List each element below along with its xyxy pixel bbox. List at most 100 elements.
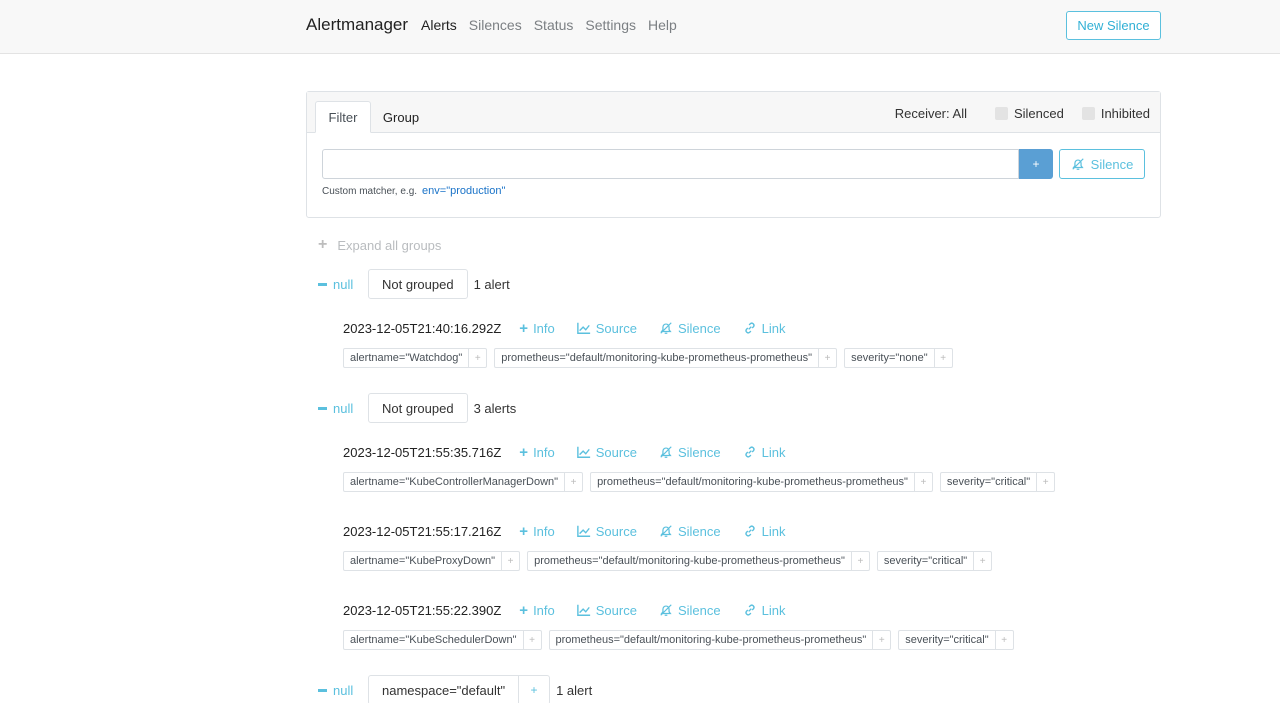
bell-slash-icon	[660, 604, 672, 616]
plus-icon: +	[519, 601, 529, 619]
label-chip: alertname="KubeProxyDown" +	[343, 551, 521, 571]
minus-icon	[318, 406, 327, 410]
add-label-filter-button[interactable]: +	[502, 552, 519, 570]
nav-status[interactable]: Status	[534, 17, 574, 33]
link-label: Link	[761, 444, 786, 460]
add-label-filter-button[interactable]: +	[819, 349, 836, 367]
label-text[interactable]: alertname="Watchdog"	[344, 349, 470, 367]
collapse-group-button[interactable]: null	[318, 277, 368, 292]
link-label: Link	[761, 320, 786, 336]
label-text[interactable]: prometheus="default/monitoring-kube-prom…	[591, 473, 915, 491]
nav-silences[interactable]: Silences	[469, 17, 522, 33]
collapse-label: null	[333, 400, 354, 416]
source-button[interactable]: Source	[576, 320, 637, 336]
link-button[interactable]: Link	[743, 602, 786, 618]
collapse-label: null	[333, 682, 354, 698]
add-label-filter-button[interactable]: +	[935, 349, 952, 367]
tab-filter[interactable]: Filter	[315, 101, 371, 133]
plus-icon: +	[318, 236, 328, 253]
filter-input[interactable]	[322, 149, 1019, 179]
label-text[interactable]: severity="none"	[845, 349, 935, 367]
source-button[interactable]: Source	[576, 445, 637, 460]
info-button[interactable]: + Info	[519, 445, 554, 460]
add-label-filter-button[interactable]: +	[996, 631, 1013, 649]
link-label: Link	[761, 602, 786, 618]
receiver-dropdown[interactable]: Receiver: All	[895, 106, 967, 121]
label-text[interactable]: severity="critical"	[899, 631, 996, 649]
link-icon	[744, 446, 755, 458]
silence-alert-button[interactable]: Silence	[659, 603, 721, 618]
add-label-filter-button[interactable]: +	[852, 552, 869, 570]
filter-card-header: Filter Group Receiver: All Silenced Inhi…	[307, 92, 1160, 133]
link-button[interactable]: Link	[743, 320, 786, 336]
add-label-filter-button[interactable]: +	[915, 473, 932, 491]
filter-card: Filter Group Receiver: All Silenced Inhi…	[306, 91, 1161, 218]
add-group-filter-button[interactable]: +	[519, 676, 549, 703]
nav-help[interactable]: Help	[648, 17, 677, 33]
label-text[interactable]: alertname="KubeProxyDown"	[344, 552, 503, 570]
info-button[interactable]: + Info	[519, 524, 554, 539]
navbar: Alertmanager Alerts Silences Status Sett…	[0, 0, 1280, 54]
group-alert-count: 1 alert	[473, 276, 510, 292]
source-label: Source	[595, 320, 637, 336]
silence-label: Silence	[677, 602, 721, 618]
add-label-filter-button[interactable]: +	[873, 631, 890, 649]
label-text[interactable]: prometheus="default/monitoring-kube-prom…	[528, 552, 852, 570]
add-label-filter-button[interactable]: +	[565, 473, 582, 491]
minus-icon	[318, 688, 327, 692]
label-chip: alertname="Watchdog" +	[343, 348, 488, 368]
new-silence-button[interactable]: New Silence	[1066, 11, 1161, 40]
expand-all-groups[interactable]: + Expand all groups	[318, 236, 441, 254]
alert-labels: alertname="KubeSchedulerDown" + prometheu…	[343, 630, 1014, 650]
info-label: Info	[533, 320, 555, 336]
nav-alerts[interactable]: Alerts	[421, 17, 457, 33]
add-label-filter-button[interactable]: +	[524, 631, 541, 649]
add-label-filter-button[interactable]: +	[469, 349, 486, 367]
collapse-group-button[interactable]: null	[318, 683, 368, 698]
expand-all-label: Expand all groups	[337, 237, 442, 253]
label-chip: alertname="KubeSchedulerDown" +	[343, 630, 542, 650]
silence-filter-button[interactable]: Silence	[1059, 149, 1145, 179]
source-button[interactable]: Source	[576, 524, 637, 539]
info-button[interactable]: + Info	[519, 603, 554, 618]
add-label-filter-button[interactable]: +	[1037, 473, 1054, 491]
nav-settings[interactable]: Settings	[585, 17, 636, 33]
chart-line-icon	[576, 446, 590, 458]
collapse-group-button[interactable]: null	[318, 401, 368, 416]
label-chip: prometheus="default/monitoring-kube-prom…	[548, 630, 892, 650]
silence-alert-button[interactable]: Silence	[659, 321, 721, 336]
chart-line-icon	[576, 322, 590, 334]
info-label: Info	[533, 523, 555, 539]
label-chip: severity="critical" +	[876, 551, 993, 571]
alert-group-header: null Not grouped 3 alerts	[318, 393, 516, 423]
add-label-filter-button[interactable]: +	[974, 552, 991, 570]
label-text[interactable]: alertname="KubeControllerManagerDown"	[344, 473, 566, 491]
link-button[interactable]: Link	[743, 524, 785, 539]
silence-alert-button[interactable]: Silence	[659, 524, 721, 539]
source-button[interactable]: Source	[576, 603, 637, 618]
inhibited-checkbox[interactable]: Inhibited	[1081, 106, 1150, 121]
alert-timestamp: 2023-12-05T21:55:17.216Z	[343, 523, 502, 539]
info-button[interactable]: + Info	[519, 321, 554, 336]
label-text[interactable]: severity="critical"	[941, 473, 1038, 491]
matcher-hint: Custom matcher, e.g. env="production"	[322, 185, 505, 197]
silence-label: Silence	[677, 523, 721, 539]
label-text[interactable]: alertname="KubeSchedulerDown"	[344, 631, 524, 649]
label-text[interactable]: prometheus="default/monitoring-kube-prom…	[495, 349, 820, 367]
label-text[interactable]: severity="critical"	[878, 552, 975, 570]
brand-logo[interactable]: Alertmanager	[306, 15, 408, 35]
add-filter-button[interactable]: +	[1019, 149, 1053, 179]
group-label-text[interactable]: namespace="default"	[369, 676, 520, 703]
info-label: Info	[533, 444, 555, 460]
matcher-hint-example[interactable]: env="production"	[422, 185, 505, 197]
link-icon	[744, 604, 755, 616]
plus-icon: +	[519, 319, 529, 337]
silence-alert-button[interactable]: Silence	[659, 445, 721, 460]
tab-group[interactable]: Group	[371, 101, 431, 133]
label-text[interactable]: prometheus="default/monitoring-kube-prom…	[550, 631, 874, 649]
silence-label: Silence	[677, 444, 721, 460]
group-label: Not grouped	[368, 269, 468, 299]
alert-timestamp: 2023-12-05T21:55:35.716Z	[343, 444, 502, 460]
silenced-checkbox[interactable]: Silenced	[994, 106, 1064, 121]
link-button[interactable]: Link	[743, 444, 786, 460]
